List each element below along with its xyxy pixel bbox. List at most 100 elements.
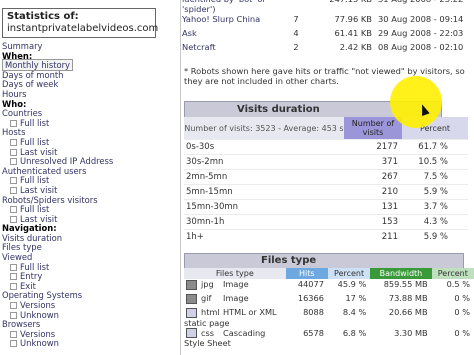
file-extension: html xyxy=(201,307,220,317)
files-bandwidth: 20.66 MB xyxy=(388,307,428,317)
duration-range: 30mn-1h xyxy=(184,214,344,230)
file-type-cell: jpg Image xyxy=(184,279,286,293)
visits-count: 131 xyxy=(344,199,402,215)
file-css-icon xyxy=(186,328,197,338)
subitem-bullet-icon xyxy=(10,148,17,156)
nav-subitem-label: Full list xyxy=(20,261,50,272)
visits-percent: 5.9 % xyxy=(402,184,468,200)
nav-subitem-label: Unknown xyxy=(20,338,59,349)
robot-name: identified by 'bot' or 'spider') xyxy=(182,0,266,14)
nav-item-label: Files type xyxy=(2,242,42,253)
nav-subitem-label: Versions xyxy=(20,300,56,311)
table-row: html HTML or XML static page 8088 8.4 % 20.6… xyxy=(184,307,474,328)
nav-item-label: Robots/Spiders visitors xyxy=(2,194,98,205)
table-row: Netcraft 2 2.42 KB 08 Aug 2008 - 02:10 xyxy=(182,42,474,56)
nav-subitem[interactable]: Full list xyxy=(2,117,178,129)
stats-title: Statistics of: xyxy=(7,11,79,22)
nav-item-label: Hours xyxy=(2,88,27,99)
table-row: 0s-30s 2177 61.7 % xyxy=(184,139,468,155)
nav-subitem-label: Entry xyxy=(20,271,43,282)
duration-range: 15mn-30mn xyxy=(184,199,344,215)
nav-subitem-label: Full list xyxy=(20,204,50,215)
duration-range: 30s-2mn xyxy=(184,154,344,170)
nav-item-label: Browsers xyxy=(2,319,41,330)
stats-of-box: Statistics of: instantprivatelabelvideos… xyxy=(2,8,158,38)
nav-item-label: Countries xyxy=(2,108,43,119)
visits-percent: 10.5 % xyxy=(402,154,468,170)
robot-hits: 4 xyxy=(293,28,299,38)
files-bandwidth: 859.55 MB xyxy=(383,279,428,289)
files-bw-percent: 0 % xyxy=(454,293,470,303)
table-row: Yahoo! Slurp China 7 77.96 KB 30 Aug 200… xyxy=(182,14,474,28)
robot-hits: 2 xyxy=(293,42,299,52)
table-row: 30mn-1h 153 4.3 % xyxy=(184,214,468,230)
visits-percent: 5.9 % xyxy=(402,229,468,244)
nav-subitem-label: Unresolved IP Address xyxy=(20,156,114,167)
subitem-bullet-icon xyxy=(10,177,17,185)
files-hits: 44077 xyxy=(297,279,324,289)
cursor-highlight xyxy=(390,76,442,128)
nav-item[interactable]: Days of week xyxy=(2,80,178,90)
visits-count: 2177 xyxy=(344,139,402,155)
nav-item-label: Viewed xyxy=(2,252,33,263)
visits-percent: 61.7 % xyxy=(402,139,468,155)
duration-range: 2mn-5mn xyxy=(184,169,344,185)
file-type-cell: css Cascading Style Sheet xyxy=(184,328,286,349)
subitem-bullet-icon xyxy=(10,282,17,290)
robot-hits: 7 xyxy=(293,14,299,24)
col-files-type: Files type xyxy=(184,268,286,279)
duration-range: 5mn-15mn xyxy=(184,184,344,200)
col-bandwidth: Bandwidth xyxy=(370,268,432,279)
robot-last-visit: 30 Aug 2008 - 09:14 xyxy=(378,14,464,24)
robot-name[interactable]: Netcraft xyxy=(182,42,276,56)
files-percent: 17 % xyxy=(345,293,367,303)
robot-last-visit: 08 Aug 2008 - 02:10 xyxy=(378,42,464,52)
table-header-row: Files type Hits Percent Bandwidth Percen… xyxy=(184,268,474,279)
visits-count: 371 xyxy=(344,154,402,170)
nav-item-label: Summary xyxy=(2,41,43,51)
subitem-bullet-icon xyxy=(10,330,17,338)
nav-item-label: Days of week xyxy=(2,79,59,90)
table-row: 5mn-15mn 210 5.9 % xyxy=(184,184,468,200)
file-extension: css xyxy=(201,327,215,338)
stats-domain-link[interactable]: instantprivatelabelvideos.com xyxy=(7,23,158,34)
visits-count: 210 xyxy=(344,184,402,200)
file-extension: jpg xyxy=(201,279,214,289)
main-content: identified by 'bot' or 'spider') 247.15 … xyxy=(182,0,474,355)
subitem-bullet-icon xyxy=(10,263,17,271)
col-bandwidth-percent: Percent xyxy=(431,268,474,279)
nav-menu: Summary When: Monthly history Days of month… xyxy=(2,41,178,349)
visits-percent: 4.3 % xyxy=(402,214,468,230)
nav-subitem-label: Exit xyxy=(20,280,36,291)
files-percent: 8.4 % xyxy=(342,307,367,317)
nav-subitem-label: Full list xyxy=(20,117,50,128)
nav-subitem-label: Unknown xyxy=(20,309,59,320)
table-row: jpg Image 44077 45.9 % 859.55 MB 0.5 % xyxy=(184,279,474,293)
subitem-bullet-icon xyxy=(10,119,17,127)
visits-duration-table: Number of visits: 3523 - Average: 453 s … xyxy=(184,117,468,244)
robots-table: identified by 'bot' or 'spider') 247.15 … xyxy=(182,0,474,56)
robot-bandwidth: 61.41 KB xyxy=(334,28,372,38)
file-html-icon xyxy=(186,307,197,318)
robot-bandwidth: 77.96 KB xyxy=(334,14,372,24)
table-row: css Cascading Style Sheet 6578 6.8 % 3.30 MB… xyxy=(184,328,474,349)
duration-range: 1h+ xyxy=(184,229,344,244)
files-hits: 8088 xyxy=(303,307,324,317)
subitem-bullet-icon xyxy=(10,215,17,223)
robot-name[interactable]: Yahoo! Slurp China xyxy=(182,14,276,28)
table-row: identified by 'bot' or 'spider') 247.15 … xyxy=(182,0,474,14)
visits-count: 211 xyxy=(344,229,402,244)
nav-item-label: Operating Systems xyxy=(2,290,83,301)
nav-section-label: Navigation: xyxy=(2,223,57,234)
nav-subitem[interactable]: Unknown xyxy=(2,339,178,349)
col-number-of-visits: Number of visits xyxy=(344,117,402,140)
subitem-bullet-icon xyxy=(10,186,17,194)
file-description: HTML or XML static page xyxy=(184,307,277,328)
nav-item[interactable]: Hours xyxy=(2,88,178,100)
table-row: 2mn-5mn 267 7.5 % xyxy=(184,169,468,185)
robot-name[interactable]: Ask xyxy=(182,28,276,42)
nav-subitem-label: Last visit xyxy=(20,146,58,157)
nav-subitem-label: Last visit xyxy=(20,184,58,195)
subitem-bullet-icon xyxy=(10,138,17,146)
file-extension: gif xyxy=(201,293,212,303)
